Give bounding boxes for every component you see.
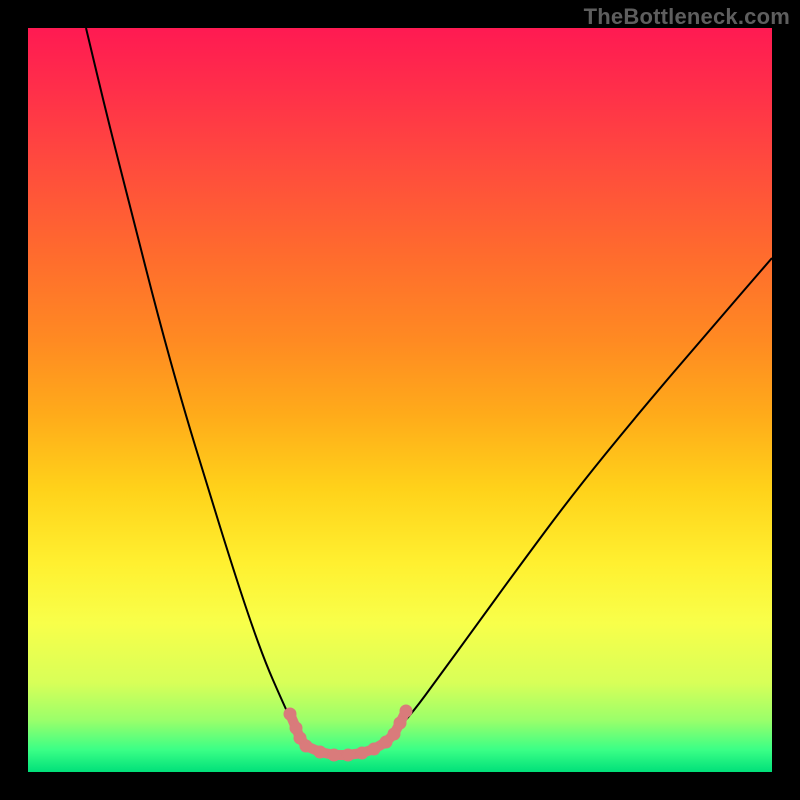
curve-left [86, 28, 304, 746]
marker-dot [328, 749, 340, 761]
marker-dot [388, 728, 400, 740]
marker-group [284, 705, 412, 761]
chart-svg [28, 28, 772, 772]
marker-dot [400, 705, 412, 717]
watermark-text: TheBottleneck.com [584, 4, 790, 30]
plot-area [28, 28, 772, 772]
chart-frame: TheBottleneck.com [0, 0, 800, 800]
marker-dot [394, 717, 406, 729]
marker-dot [314, 746, 326, 758]
curve-right [378, 258, 772, 747]
marker-dot [300, 740, 312, 752]
marker-dot [368, 743, 380, 755]
marker-dot [342, 749, 354, 761]
marker-dot [356, 747, 368, 759]
curve-group [86, 28, 772, 755]
marker-dot [284, 708, 296, 720]
